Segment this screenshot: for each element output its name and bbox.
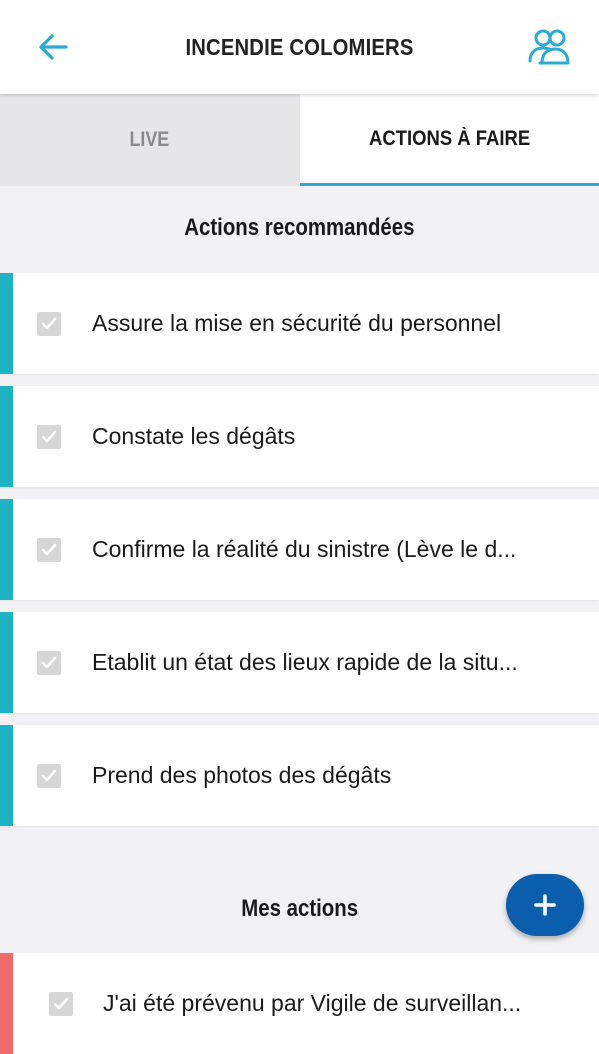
plus-icon bbox=[533, 893, 557, 917]
tab-live-label: LIVE bbox=[130, 128, 170, 152]
action-checkbox[interactable] bbox=[37, 312, 61, 336]
tab-live[interactable]: LIVE bbox=[0, 94, 300, 186]
action-checkbox[interactable] bbox=[37, 538, 61, 562]
recommended-action-item[interactable]: Prend des photos des dégâts bbox=[0, 725, 599, 826]
users-icon bbox=[527, 28, 571, 66]
action-label: Assure la mise en sécurité du personnel bbox=[92, 310, 501, 337]
app-header: INCENDIE COLOMIERS bbox=[0, 0, 599, 94]
action-checkbox[interactable] bbox=[49, 992, 73, 1016]
back-button[interactable] bbox=[28, 28, 78, 66]
action-label: Prend des photos des dégâts bbox=[92, 762, 391, 789]
action-checkbox[interactable] bbox=[37, 651, 61, 675]
my-action-item[interactable]: J'ai été prévenu par Vigile de surveilla… bbox=[0, 953, 599, 1054]
action-label: Etablit un état des lieux rapide de la s… bbox=[92, 649, 518, 676]
tab-actions-label: ACTIONS À FAIRE bbox=[369, 127, 530, 151]
recommended-action-item[interactable]: Assure la mise en sécurité du personnel bbox=[0, 273, 599, 374]
recommended-action-item[interactable]: Confirme la réalité du sinistre (Lève le… bbox=[0, 499, 599, 600]
recommended-action-item[interactable]: Etablit un état des lieux rapide de la s… bbox=[0, 612, 599, 713]
action-label: J'ai été prévenu par Vigile de surveilla… bbox=[103, 990, 521, 1017]
tab-actions-a-faire[interactable]: ACTIONS À FAIRE bbox=[300, 94, 599, 186]
check-icon bbox=[41, 656, 57, 670]
check-icon bbox=[41, 430, 57, 444]
check-icon bbox=[41, 769, 57, 783]
tab-bar: LIVE ACTIONS À FAIRE bbox=[0, 94, 599, 186]
action-label: Constate les dégâts bbox=[92, 423, 295, 450]
my-actions-title-text: Mes actions bbox=[241, 895, 358, 923]
action-checkbox[interactable] bbox=[37, 764, 61, 788]
check-icon bbox=[41, 543, 57, 557]
arrow-left-icon bbox=[38, 34, 68, 60]
users-button[interactable] bbox=[523, 24, 575, 70]
check-icon bbox=[41, 317, 57, 331]
recommended-section-title: Actions recommandées bbox=[0, 214, 599, 242]
recommended-action-item[interactable]: Constate les dégâts bbox=[0, 386, 599, 487]
page-title: INCENDIE COLOMIERS bbox=[124, 0, 475, 94]
add-action-button[interactable] bbox=[506, 874, 584, 936]
action-label: Confirme la réalité du sinistre (Lève le… bbox=[92, 536, 516, 563]
action-checkbox[interactable] bbox=[37, 425, 61, 449]
recommended-title-text: Actions recommandées bbox=[184, 214, 414, 242]
check-icon bbox=[53, 997, 69, 1011]
